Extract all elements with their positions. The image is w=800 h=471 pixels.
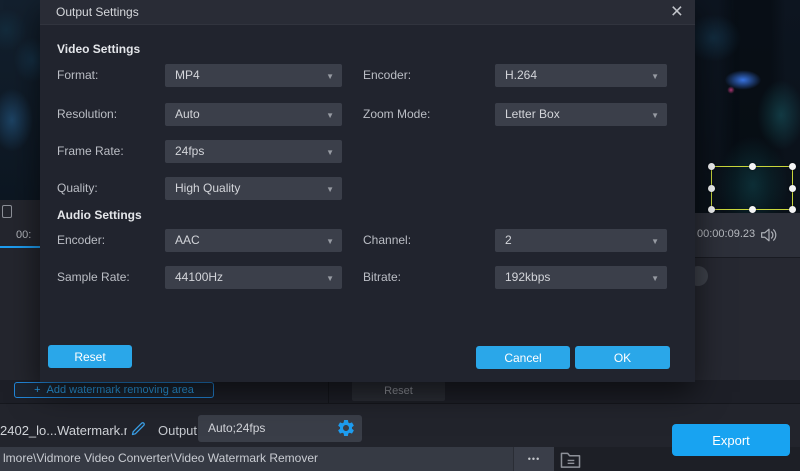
watermark-selection-box[interactable]	[711, 166, 793, 210]
add-watermark-area-button[interactable]: + Add watermark removing area	[14, 382, 214, 398]
chevron-down-icon: ▼	[326, 141, 334, 164]
format-value: MP4	[175, 64, 200, 87]
bitrate-value: 192kbps	[505, 266, 550, 289]
frame-rate-dropdown[interactable]: 24fps ▼	[165, 140, 342, 163]
quality-dropdown[interactable]: High Quality ▼	[165, 177, 342, 200]
gear-icon[interactable]	[336, 418, 356, 443]
selection-handle[interactable]	[708, 206, 715, 213]
chevron-down-icon: ▼	[326, 230, 334, 253]
chevron-down-icon: ▼	[651, 230, 659, 253]
zoom-mode-value: Letter Box	[505, 103, 560, 126]
plus-icon: +	[34, 384, 40, 396]
chevron-down-icon: ▼	[326, 178, 334, 201]
channel-dropdown[interactable]: 2 ▼	[495, 229, 667, 252]
reset-button[interactable]: Reset	[48, 345, 132, 368]
original-video-preview	[0, 0, 40, 200]
format-dropdown[interactable]: MP4 ▼	[165, 64, 342, 87]
output-format-value: Auto;24fps	[208, 415, 265, 442]
speaker-icon[interactable]	[760, 227, 778, 248]
output-video-preview	[695, 0, 800, 213]
left-timecode: 00:	[16, 229, 40, 241]
selection-handle[interactable]	[708, 185, 715, 192]
progress-bar[interactable]	[0, 246, 40, 248]
open-folder-icon[interactable]	[559, 450, 582, 471]
selection-handle[interactable]	[789, 206, 796, 213]
panel-divider	[328, 380, 329, 403]
dialog-title-bar: Output Settings ×	[40, 0, 695, 25]
resolution-value: Auto	[175, 103, 200, 126]
video-encoder-label: Encoder:	[363, 68, 411, 82]
dialog-title: Output Settings	[56, 0, 139, 25]
format-label: Format:	[57, 68, 98, 82]
workarea-row: + Add watermark removing area Reset	[0, 380, 800, 403]
ok-button[interactable]: OK	[575, 346, 670, 369]
selection-handle[interactable]	[789, 163, 796, 170]
close-icon[interactable]: ×	[671, 0, 683, 24]
resolution-dropdown[interactable]: Auto ▼	[165, 103, 342, 126]
output-path-field[interactable]: lmore\Vidmore Video Converter\Video Wate…	[0, 447, 513, 471]
right-preview-panel	[695, 257, 800, 381]
left-preview-panel: 00:	[0, 200, 40, 403]
right-preview-toolbar: 00:00:09.23	[695, 213, 800, 257]
output-settings-dialog: Output Settings × Video Settings Format:…	[40, 0, 695, 382]
video-encoder-value: H.264	[505, 64, 537, 87]
cancel-button[interactable]: Cancel	[476, 346, 570, 369]
channel-value: 2	[505, 229, 512, 252]
bitrate-label: Bitrate:	[363, 270, 401, 284]
audio-encoder-label: Encoder:	[57, 233, 105, 247]
filename-label: 2402_lo...Watermark.mp4	[0, 423, 127, 438]
sample-rate-label: Sample Rate:	[57, 270, 130, 284]
workarea-reset-button[interactable]: Reset	[352, 381, 445, 401]
selection-handle[interactable]	[749, 163, 756, 170]
chevron-down-icon: ▼	[326, 104, 334, 127]
zoom-mode-label: Zoom Mode:	[363, 107, 430, 121]
resolution-label: Resolution:	[57, 107, 117, 121]
selection-handle[interactable]	[789, 185, 796, 192]
chevron-down-icon: ▼	[651, 65, 659, 88]
quality-label: Quality:	[57, 181, 98, 195]
bitrate-dropdown[interactable]: 192kbps ▼	[495, 266, 667, 289]
output-format-field[interactable]: Auto;24fps	[198, 415, 362, 442]
audio-settings-heading: Audio Settings	[57, 208, 142, 222]
video-encoder-dropdown[interactable]: H.264 ▼	[495, 64, 667, 87]
audio-encoder-value: AAC	[175, 229, 200, 252]
quality-value: High Quality	[175, 177, 240, 200]
timecode-label: 00:00:09.23	[697, 228, 755, 240]
channel-label: Channel:	[363, 233, 411, 247]
browse-more-button[interactable]: •••	[513, 447, 554, 471]
frame-icon	[2, 205, 12, 218]
export-button[interactable]: Export	[672, 424, 790, 456]
chevron-down-icon: ▼	[326, 267, 334, 290]
chevron-down-icon: ▼	[651, 267, 659, 290]
zoom-mode-dropdown[interactable]: Letter Box ▼	[495, 103, 667, 126]
add-watermark-area-label: Add watermark removing area	[47, 384, 194, 396]
audio-encoder-dropdown[interactable]: AAC ▼	[165, 229, 342, 252]
chevron-down-icon: ▼	[651, 104, 659, 127]
chevron-down-icon: ▼	[326, 65, 334, 88]
output-path-text: lmore\Vidmore Video Converter\Video Wate…	[3, 451, 508, 465]
edit-pencil-icon[interactable]	[130, 420, 147, 442]
frame-rate-label: Frame Rate:	[57, 144, 124, 158]
sample-rate-value: 44100Hz	[175, 266, 223, 289]
output-label: Output:	[158, 423, 201, 438]
sample-rate-dropdown[interactable]: 44100Hz ▼	[165, 266, 342, 289]
selection-handle[interactable]	[749, 206, 756, 213]
frame-rate-value: 24fps	[175, 140, 204, 163]
selection-handle[interactable]	[708, 163, 715, 170]
video-watermark-remover-window: 00: 00:00:09.23 + Add watermark removing…	[0, 0, 800, 471]
video-settings-heading: Video Settings	[57, 42, 140, 56]
